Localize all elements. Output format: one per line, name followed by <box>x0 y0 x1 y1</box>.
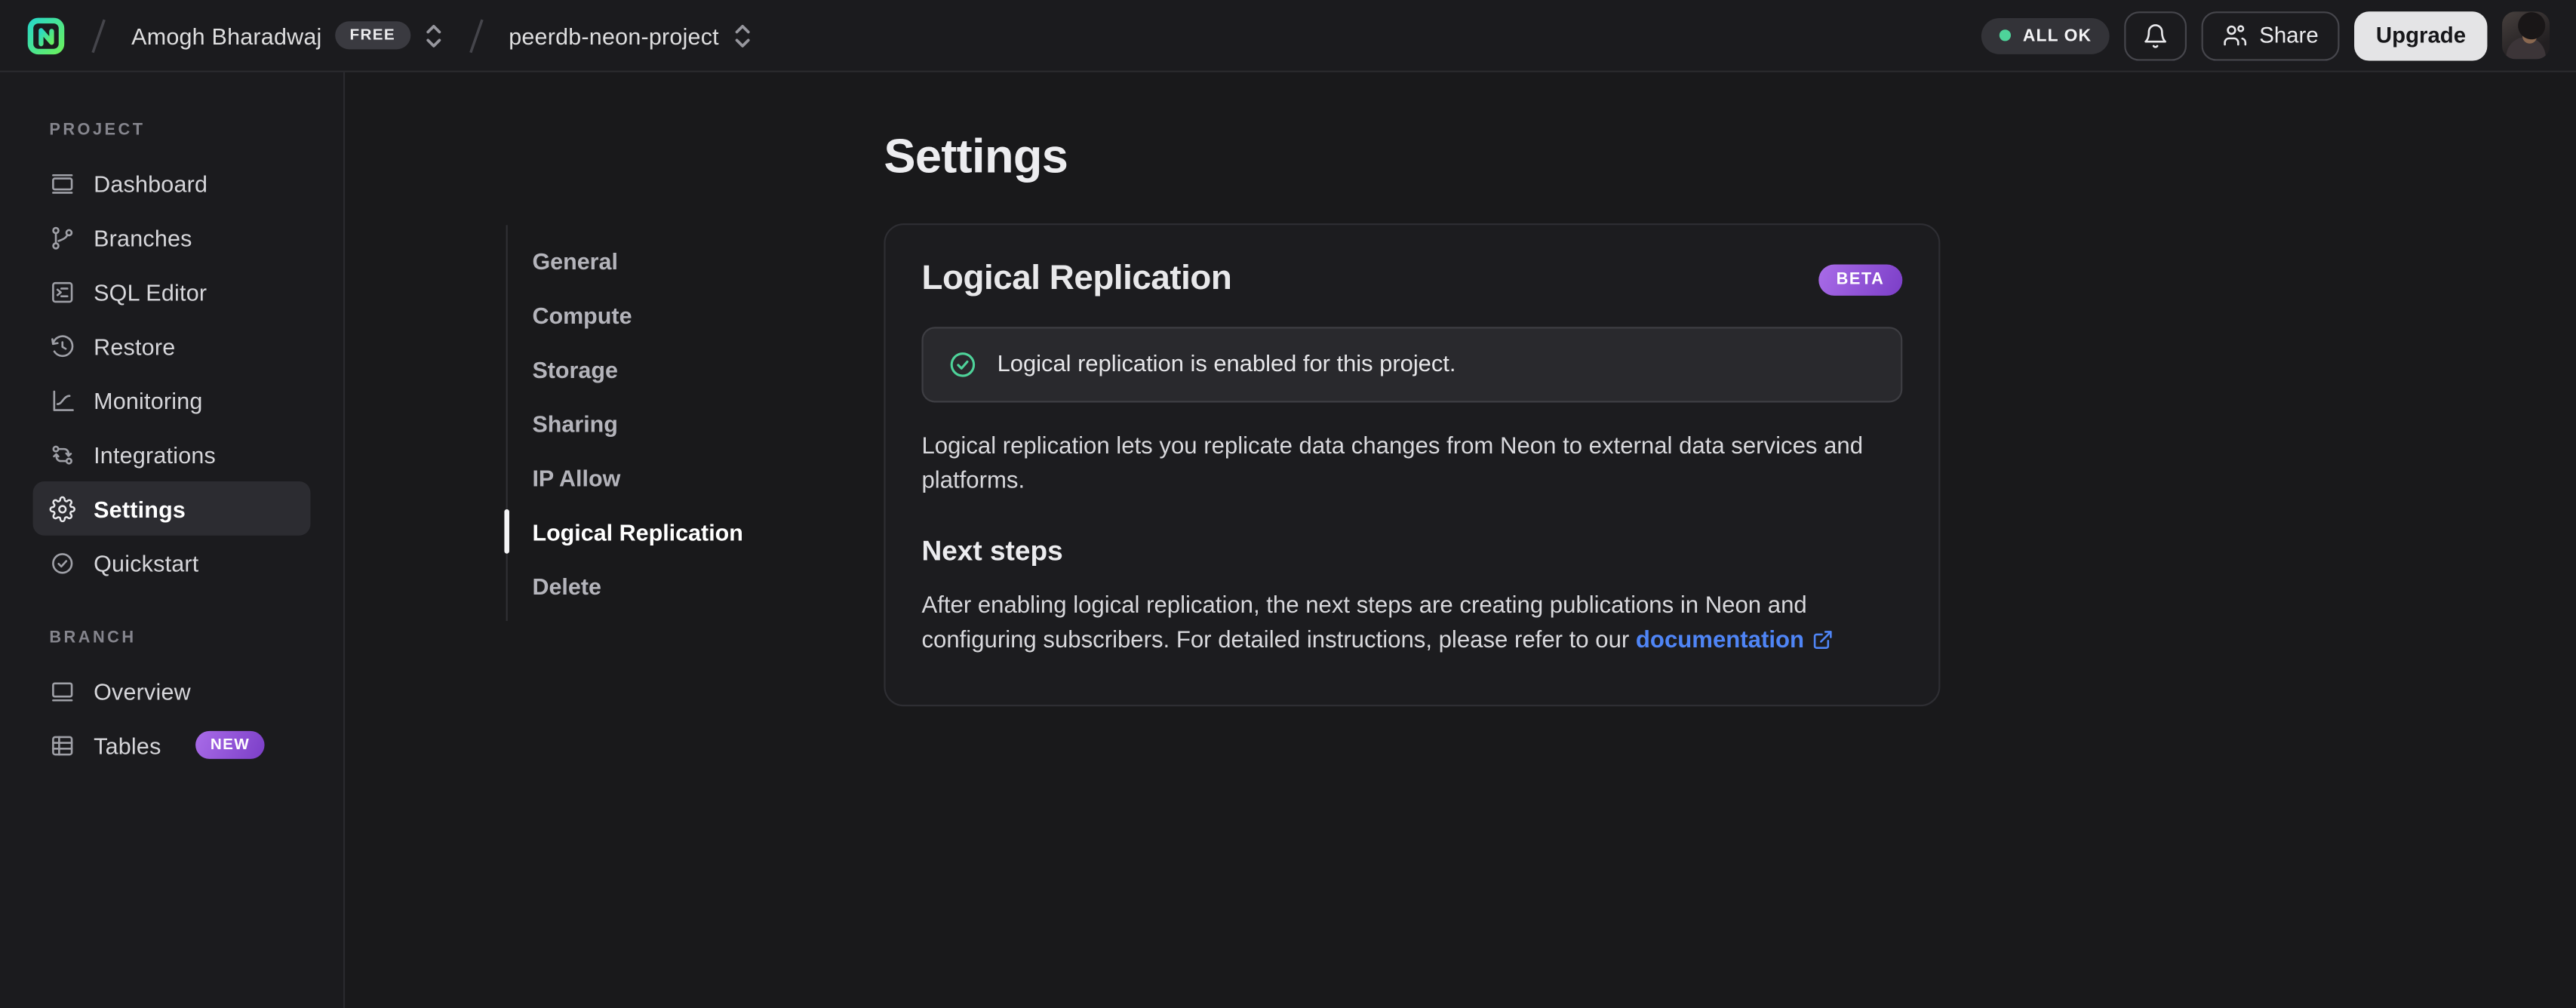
app-window: Amogh Bharadwaj FREE peerdb-neon-project… <box>0 0 2576 1008</box>
sidebar-section-project: PROJECT Dashboard Branches SQL Editor Re… <box>32 121 311 590</box>
user-avatar[interactable] <box>2502 11 2550 60</box>
sidebar-item-label: Settings <box>94 495 186 522</box>
settings-nav-compute[interactable]: Compute <box>508 287 743 342</box>
page-title: Settings <box>884 131 1068 184</box>
logical-replication-card: Logical Replication BETA Logical replica… <box>884 223 1941 706</box>
external-link-icon <box>1814 631 1832 650</box>
card-title: Logical Replication <box>921 260 1232 298</box>
success-alert: Logical replication is enabled for this … <box>921 327 1903 403</box>
sidebar-item-label: Branches <box>94 224 192 251</box>
history-icon <box>51 334 74 356</box>
settings-nav-delete[interactable]: Delete <box>508 558 743 613</box>
sidebar-item-tables[interactable]: Tables NEW <box>33 718 311 772</box>
users-icon <box>2224 25 2247 46</box>
top-bar: Amogh Bharadwaj FREE peerdb-neon-project… <box>0 0 2576 72</box>
check-circle-icon <box>52 552 73 573</box>
sidebar-item-label: Quickstart <box>94 549 199 576</box>
sidebar-section-branch: BRANCH Overview Tables NEW <box>33 629 311 772</box>
next-steps-text: After enabling logical replication, the … <box>921 589 1902 659</box>
card-header: Logical Replication BETA <box>921 260 1903 299</box>
sidebar: PROJECT Dashboard Branches SQL Editor Re… <box>0 72 346 1008</box>
status-label: ALL OK <box>2022 25 2092 45</box>
new-badge: NEW <box>195 730 265 759</box>
documentation-link[interactable]: documentation <box>1636 628 1834 654</box>
org-name: Amogh Bharadwaj <box>131 22 322 49</box>
section-label-project: PROJECT <box>49 121 146 140</box>
settings-nav-logical-replication[interactable]: Logical Replication <box>504 504 743 558</box>
sidebar-item-label: Overview <box>94 678 191 704</box>
project-selector[interactable]: peerdb-neon-project <box>509 22 752 48</box>
sidebar-item-sql-editor[interactable]: SQL Editor <box>33 265 311 319</box>
terminal-square-icon <box>52 281 73 303</box>
neon-logo-icon[interactable] <box>26 16 66 55</box>
sidebar-item-branches[interactable]: Branches <box>33 211 311 265</box>
bell-icon <box>2144 23 2167 48</box>
content-area: General Compute Storage Sharing IP Allow… <box>345 72 2576 1008</box>
dashboard-icon <box>52 173 73 193</box>
sidebar-item-overview[interactable]: Overview <box>33 664 311 718</box>
sidebar-item-settings[interactable]: Settings <box>32 481 311 536</box>
sync-nodes-icon <box>52 444 72 464</box>
git-branch-icon <box>52 226 73 249</box>
sidebar-item-quickstart[interactable]: Quickstart <box>33 536 311 590</box>
alert-text: Logical replication is enabled for this … <box>997 351 1456 378</box>
notifications-button[interactable] <box>2124 11 2187 60</box>
sidebar-item-label: Integrations <box>94 441 217 468</box>
system-status-pill[interactable]: ALL OK <box>1981 17 2110 54</box>
chevron-updown-icon <box>734 23 749 47</box>
sidebar-item-monitoring[interactable]: Monitoring <box>33 373 311 427</box>
sidebar-item-label: Dashboard <box>94 170 208 197</box>
table-icon <box>52 735 73 755</box>
documentation-link-label: documentation <box>1635 628 1805 655</box>
chevron-updown-icon <box>426 23 441 47</box>
sidebar-item-label: SQL Editor <box>94 278 207 305</box>
next-steps-heading: Next steps <box>921 535 1063 567</box>
breadcrumb-separator <box>91 18 106 53</box>
section-label-branch: BRANCH <box>49 628 137 647</box>
settings-nav-ip-allow[interactable]: IP Allow <box>508 450 743 505</box>
upgrade-button[interactable]: Upgrade <box>2354 11 2488 60</box>
status-dot-icon <box>1999 29 2012 41</box>
sidebar-item-restore[interactable]: Restore <box>33 318 311 373</box>
sidebar-item-label: Monitoring <box>94 386 203 413</box>
settings-nav: General Compute Storage Sharing IP Allow… <box>504 225 743 622</box>
project-name: peerdb-neon-project <box>509 22 719 49</box>
upgrade-label: Upgrade <box>2375 23 2467 48</box>
check-circle-icon <box>950 352 976 377</box>
sidebar-item-label: Tables <box>94 731 161 758</box>
sidebar-item-dashboard[interactable]: Dashboard <box>33 156 311 211</box>
breadcrumb-separator <box>469 18 483 53</box>
sidebar-item-integrations[interactable]: Integrations <box>33 427 311 481</box>
beta-badge: BETA <box>1818 263 1903 295</box>
sidebar-item-label: Restore <box>94 332 176 359</box>
share-button[interactable]: Share <box>2202 11 2340 60</box>
settings-nav-general[interactable]: General <box>508 233 743 287</box>
card-description: Logical replication lets you replicate d… <box>921 433 1864 496</box>
settings-nav-sharing[interactable]: Sharing <box>508 396 743 450</box>
main-panel: Settings Logical Replication BETA Logica… <box>884 131 1941 706</box>
settings-nav-storage[interactable]: Storage <box>508 342 743 396</box>
org-selector[interactable]: Amogh Bharadwaj FREE <box>131 21 443 50</box>
chart-line-icon <box>53 389 74 410</box>
share-label: Share <box>2259 23 2319 48</box>
gear-icon <box>49 495 75 522</box>
window-icon <box>52 681 73 701</box>
plan-badge: FREE <box>334 21 410 50</box>
